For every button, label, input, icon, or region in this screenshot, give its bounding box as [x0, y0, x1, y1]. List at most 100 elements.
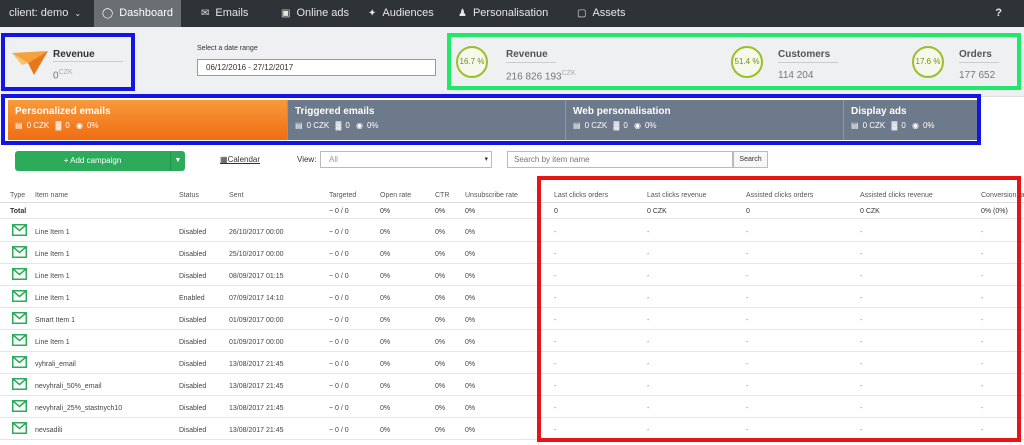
tab-orders: 0: [65, 121, 70, 130]
kpi-revenue-value: 216 826 193CZK: [506, 70, 576, 82]
cell-name[interactable]: nevyhrali_50%_email: [35, 383, 102, 390]
tab-revenue: 0 CZK: [26, 121, 50, 130]
cell-name[interactable]: Line Item 1: [35, 273, 70, 280]
divider: [53, 61, 123, 62]
total-label: Total: [10, 208, 27, 215]
column-header[interactable]: CTR: [435, 192, 449, 199]
cell-empty: -: [554, 273, 557, 280]
tab-triggered-emails[interactable]: Triggered emails ▤ 0 CZK ▓ 0 ◉ 0%: [288, 100, 565, 140]
client-selector[interactable]: client: demo ⌄: [9, 0, 81, 27]
column-header[interactable]: Targeted: [329, 192, 356, 199]
cell-name[interactable]: vyhrali_email: [35, 361, 76, 368]
nav-personalisation[interactable]: ♟ Personalisation: [458, 0, 548, 27]
cell-empty: -: [746, 383, 749, 390]
cell-name[interactable]: Line Item 1: [35, 229, 70, 236]
table-row[interactable]: Line Item 1 Enabled 07/09/2017 14:10 ~ 0 / …: [0, 286, 1024, 308]
cell-open-rate: 0%: [380, 295, 391, 302]
search-input[interactable]: [507, 151, 733, 168]
help-button[interactable]: ?: [995, 0, 1002, 27]
cell-open-rate: 0%: [380, 427, 391, 434]
nav-online-ads-label: Online ads: [296, 7, 350, 19]
cell-sent: 07/09/2017 14:10: [229, 295, 284, 302]
view-select[interactable]: All ▾: [320, 151, 492, 168]
cell-empty: -: [981, 339, 984, 346]
table-row[interactable]: Line Item 1 Disabled 26/10/2017 00:00 ~ 0 /…: [0, 220, 1024, 242]
column-header[interactable]: Last clicks orders: [554, 192, 608, 199]
calendar-link[interactable]: ▦Calendar: [220, 155, 260, 164]
cell-unsub: 0%: [465, 273, 476, 280]
cell-empty: -: [647, 273, 650, 280]
cell-empty: -: [746, 361, 749, 368]
cell-name[interactable]: Line Item 1: [35, 295, 70, 302]
nav-online-ads[interactable]: ▣ Online ads: [281, 0, 349, 27]
tab-display-ads[interactable]: Display ads ▤ 0 CZK ▓ 0 ◉ 0%: [844, 100, 980, 140]
date-range-input[interactable]: 06/12/2016 - 27/12/2017: [197, 59, 436, 76]
table-row[interactable]: Smart Item 1 Disabled 01/09/2017 00:00 ~ 0 …: [0, 308, 1024, 330]
tab-title: Web personalisation: [573, 106, 671, 117]
nav-assets[interactable]: ▢ Assets: [577, 0, 625, 27]
nav-audiences[interactable]: ✦ Audiences: [368, 0, 434, 27]
cell-ctr: 0%: [435, 339, 446, 346]
table-row[interactable]: nevsadili Disabled 13/08/2017 21:45 ~ 0 / 0…: [0, 418, 1024, 440]
cell-empty: -: [554, 383, 557, 390]
column-header[interactable]: Unsubscribe rate: [465, 192, 518, 199]
total-open-rate: 0%: [380, 208, 391, 215]
column-header[interactable]: Item name: [35, 192, 68, 199]
column-header[interactable]: Assisted clicks revenue: [860, 192, 933, 199]
tab-web-personalisation[interactable]: Web personalisation ▤ 0 CZK ▓ 0 ◉ 0%: [566, 100, 843, 140]
table-row[interactable]: nevyhrali_50%_email Disabled 13/08/2017 21…: [0, 374, 1024, 396]
cell-sent: 13/08/2017 21:45: [229, 427, 284, 434]
cart-icon: ▓: [335, 121, 342, 130]
cell-open-rate: 0%: [380, 361, 391, 368]
table-row[interactable]: Line Item 1 Disabled 25/10/2017 00:00 ~ 0 /…: [0, 242, 1024, 264]
cell-ctr: 0%: [435, 383, 446, 390]
cell-status: Disabled: [179, 361, 207, 368]
kpi-customers-value: 114 204: [778, 70, 814, 81]
cell-status: Disabled: [179, 273, 207, 280]
column-header[interactable]: Open rate: [380, 192, 411, 199]
cell-empty: -: [981, 361, 984, 368]
kpi-revenue-amount: 216 826 193: [506, 71, 562, 83]
tab-stats: ▤ 0 CZK ▓ 0 ◉ 0%: [573, 121, 836, 130]
cell-name[interactable]: Line Item 1: [35, 339, 70, 346]
envelope-icon: [12, 378, 27, 390]
cell-empty: -: [647, 295, 650, 302]
column-header[interactable]: Status: [179, 192, 199, 199]
column-header[interactable]: Sent: [229, 192, 243, 199]
magic-wand-icon: ✦: [368, 8, 377, 19]
table-row[interactable]: Line Item 1 Disabled 08/09/2017 01:15 ~ 0 /…: [0, 264, 1024, 286]
column-header[interactable]: Last clicks revenue: [647, 192, 707, 199]
add-campaign-button[interactable]: + Add campaign ▼: [15, 151, 185, 171]
monitor-icon: ▢: [577, 8, 587, 19]
table-row[interactable]: Line Item 1 Disabled 01/09/2017 00:00 ~ 0 /…: [0, 330, 1024, 352]
cell-name[interactable]: Line Item 1: [35, 251, 70, 258]
cell-name[interactable]: Smart Item 1: [35, 317, 75, 324]
table-row[interactable]: nevyhrali_25%_stastnych10 Disabled 13/08/2…: [0, 396, 1024, 418]
tab-rate: 0%: [366, 121, 379, 130]
tab-rate: 0%: [86, 121, 99, 130]
tab-personalized-emails[interactable]: Personalized emails ▤ 0 CZK ▓ 0 ◉ 0%: [8, 100, 287, 140]
nav-dashboard[interactable]: ◯ Dashboard: [94, 0, 181, 27]
cell-status: Disabled: [179, 251, 207, 258]
column-header[interactable]: Type: [10, 192, 25, 199]
cell-name[interactable]: nevsadili: [35, 427, 62, 434]
cell-empty: -: [554, 405, 557, 412]
cell-sent: 13/08/2017 21:45: [229, 361, 284, 368]
add-campaign-dropdown[interactable]: ▼: [170, 151, 185, 171]
cell-status: Disabled: [179, 427, 207, 434]
cell-status: Disabled: [179, 383, 207, 390]
cell-name[interactable]: nevyhrali_25%_stastnych10: [35, 405, 122, 412]
search-button[interactable]: Search: [733, 151, 768, 168]
cell-ctr: 0%: [435, 229, 446, 236]
cell-empty: -: [981, 229, 984, 236]
column-header[interactable]: Assisted clicks orders: [746, 192, 813, 199]
envelope-icon: [12, 246, 27, 258]
column-separator: [538, 179, 539, 445]
table-row[interactable]: vyhrali_email Disabled 13/08/2017 21:45 ~ 0…: [0, 352, 1024, 374]
column-header[interactable]: Conversion rate: [981, 192, 1024, 199]
cell-empty: -: [860, 273, 863, 280]
target-icon: ◉: [356, 121, 363, 130]
cell-unsub: 0%: [465, 339, 476, 346]
cell-unsub: 0%: [465, 229, 476, 236]
nav-emails[interactable]: ✉ Emails: [201, 0, 248, 27]
